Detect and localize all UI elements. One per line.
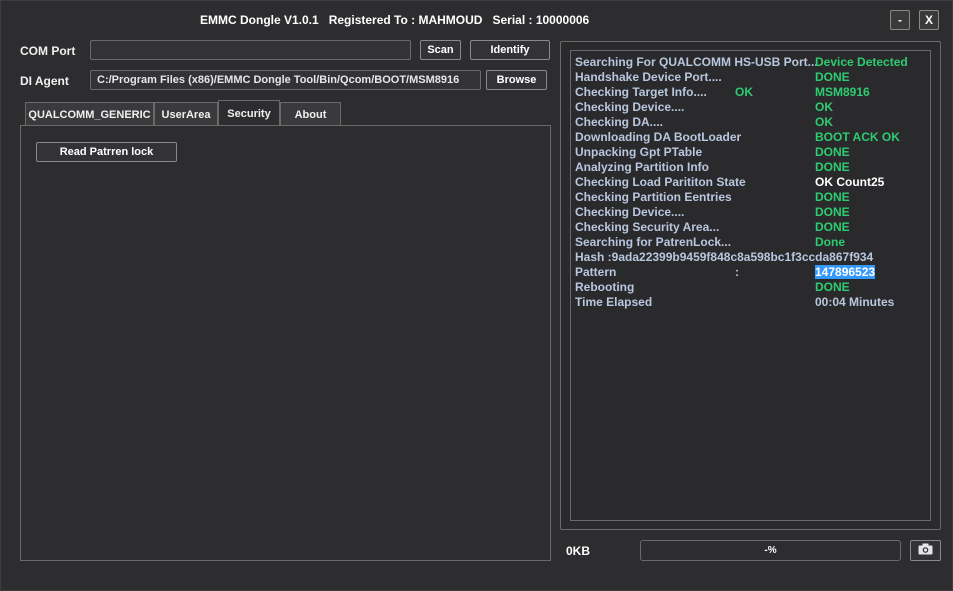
log-row-result: DONE bbox=[815, 190, 850, 204]
log-row: Rebooting DONE bbox=[575, 280, 925, 295]
log-row-label: Checking Security Area... bbox=[575, 220, 720, 234]
log-row-label: Searching For QUALCOMM HS-USB Port... bbox=[575, 55, 818, 69]
read-pattern-lock-button[interactable]: Read Patrren lock bbox=[36, 142, 177, 162]
log-row: Checking Partition Eentries DONE bbox=[575, 190, 925, 205]
progress-bar: -% bbox=[640, 540, 901, 561]
log-row: Pattern: 147896523 bbox=[575, 265, 925, 280]
log-row-label: Hash :9ada22399b9459f848c8a598bc1f3ccda8… bbox=[575, 250, 874, 264]
log-row-result: BOOT ACK OK bbox=[815, 130, 900, 144]
progress-text: -% bbox=[764, 545, 777, 556]
log-row: Searching for PatrenLock... Done bbox=[575, 235, 925, 250]
log-row-label: Time Elapsed bbox=[575, 295, 653, 309]
log-row: Checking Device.... OK bbox=[575, 100, 925, 115]
log-row: Time Elapsed 00:04 Minutes bbox=[575, 295, 925, 310]
screenshot-button[interactable] bbox=[910, 540, 941, 561]
log-row-label: Checking Target Info.... bbox=[575, 85, 707, 99]
log-row-result: DONE bbox=[815, 205, 850, 219]
log-row-label: Checking DA.... bbox=[575, 115, 664, 129]
log-row: Checking Security Area... DONE bbox=[575, 220, 925, 235]
log-row-label: Checking Device.... bbox=[575, 205, 685, 219]
scan-button[interactable]: Scan bbox=[420, 40, 461, 60]
transfer-size: 0KB bbox=[566, 544, 591, 558]
log-row: Searching For QUALCOMM HS-USB Port... Dev… bbox=[575, 55, 925, 70]
log-row: Unpacking Gpt PTable DONE bbox=[575, 145, 925, 160]
log-row-result: 00:04 Minutes bbox=[815, 295, 895, 309]
log-row-result: OK bbox=[815, 115, 833, 129]
log-row-mid: OK bbox=[735, 85, 753, 99]
browse-button[interactable]: Browse bbox=[486, 70, 547, 90]
tab-qualcomm-generic[interactable]: QUALCOMM_GENERIC bbox=[25, 102, 154, 126]
log-row-label: Checking Load Parititon State bbox=[575, 175, 746, 189]
log-row-result: Device Detected bbox=[815, 55, 908, 69]
log-row-result: MSM8916 bbox=[815, 85, 870, 99]
log-row-result: OK bbox=[815, 100, 833, 114]
log-row: Checking Device.... DONE bbox=[575, 205, 925, 220]
window-title: EMMC Dongle V1.0.1 Registered To : MAHMO… bbox=[200, 13, 590, 27]
log-row-result: OK Count25 bbox=[815, 175, 885, 189]
log-row: Handshake Device Port.... DONE bbox=[575, 70, 925, 85]
log-row: Checking DA.... OK bbox=[575, 115, 925, 130]
com-port-field[interactable] bbox=[90, 40, 411, 60]
log-row-result: DONE bbox=[815, 145, 850, 159]
tab-bar: QUALCOMM_GENERIC UserArea Security About bbox=[25, 100, 341, 126]
log-row-result: DONE bbox=[815, 70, 850, 84]
da-agent-path-field[interactable]: C:/Program Files (x86)/EMMC Dongle Tool/… bbox=[90, 70, 481, 90]
close-button[interactable]: X bbox=[919, 10, 939, 30]
minimize-button[interactable]: - bbox=[890, 10, 910, 30]
log-row: Checking Load Parititon State OK Count25 bbox=[575, 175, 925, 190]
da-agent-label: DI Agent bbox=[20, 74, 69, 88]
log-row-label: Unpacking Gpt PTable bbox=[575, 145, 703, 159]
com-port-label: COM Port bbox=[20, 44, 76, 58]
log-row-label: Checking Device.... bbox=[575, 100, 685, 114]
log-row: Hash :9ada22399b9459f848c8a598bc1f3ccda8… bbox=[575, 250, 925, 265]
log-row-mid: : bbox=[735, 265, 739, 279]
identify-button[interactable]: Identify bbox=[470, 40, 550, 60]
tab-security[interactable]: Security bbox=[218, 100, 280, 126]
security-tab-panel bbox=[20, 125, 551, 561]
log-row-result: DONE bbox=[815, 160, 850, 174]
log-row: Checking Target Info.... OK MSM8916 bbox=[575, 85, 925, 100]
log-row-label: Searching for PatrenLock... bbox=[575, 235, 732, 249]
log-row-label: Downloading DA BootLoader bbox=[575, 130, 742, 144]
log-row: Downloading DA BootLoader BOOT ACK OK bbox=[575, 130, 925, 145]
log-row-result: DONE bbox=[815, 220, 850, 234]
log-row: Analyzing Partition Info DONE bbox=[575, 160, 925, 175]
tab-userarea[interactable]: UserArea bbox=[154, 102, 218, 126]
camera-icon bbox=[918, 542, 933, 560]
log-row-result: DONE bbox=[815, 280, 850, 294]
tab-about[interactable]: About bbox=[280, 102, 341, 126]
log-row-label: Handshake Device Port.... bbox=[575, 70, 722, 84]
log-row-result: Done bbox=[815, 235, 845, 249]
log-row-label: Analyzing Partition Info bbox=[575, 160, 709, 174]
log-row-result: 147896523 bbox=[815, 265, 876, 279]
log-row-label: Checking Partition Eentries bbox=[575, 190, 732, 204]
log-row-label: Rebooting bbox=[575, 280, 635, 294]
log-row-label: Pattern bbox=[575, 265, 617, 279]
